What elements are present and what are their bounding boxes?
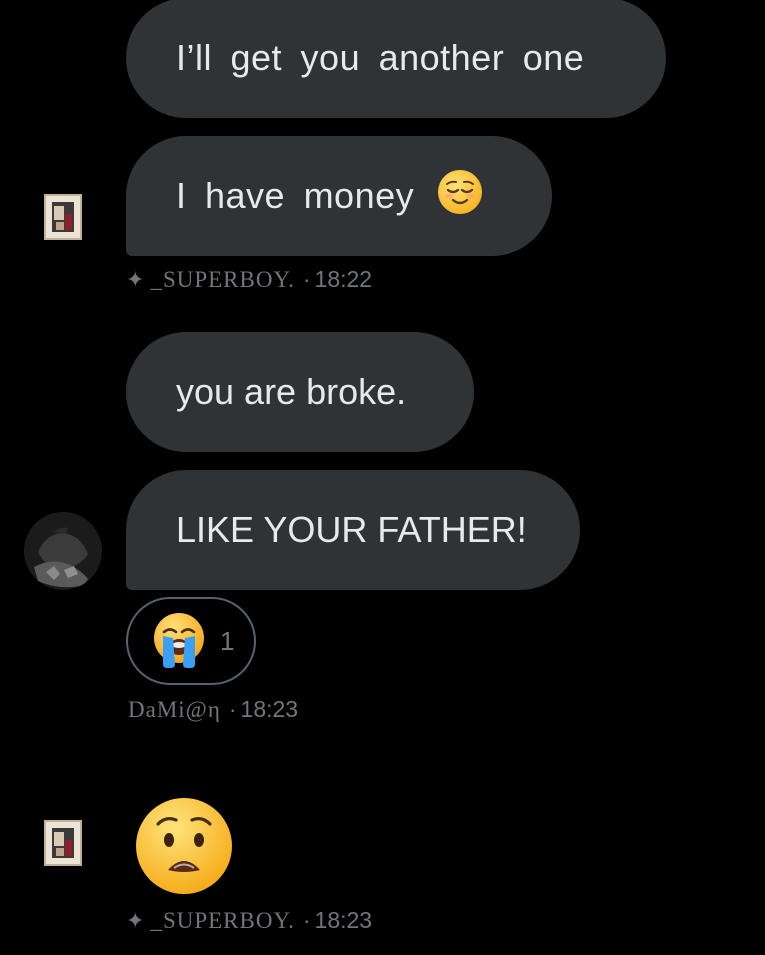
loudly-crying-face-icon xyxy=(150,610,208,673)
dm-conversation: I’ll get you another one I have money ✦ … xyxy=(0,0,765,955)
timestamp: 18:23 xyxy=(240,696,299,722)
sender-name[interactable]: _SUPERBOY. xyxy=(150,267,294,293)
avatar-image xyxy=(46,196,80,238)
message-meta: ✦ _SUPERBOY. · 18:23 xyxy=(126,907,372,934)
separator: · xyxy=(302,266,311,292)
avatar[interactable] xyxy=(44,820,82,866)
sparkle-icon: ✦ xyxy=(126,266,145,292)
message-meta: DaMi@η · 18:23 xyxy=(128,696,298,723)
message-bubble[interactable]: I’ll get you another one xyxy=(126,0,666,118)
separator: · xyxy=(228,696,237,722)
message-text: you are broke. xyxy=(176,371,407,412)
timestamp: 18:23 xyxy=(314,907,373,933)
message-text: I have money xyxy=(176,175,415,216)
relieved-face-icon xyxy=(436,168,484,225)
reaction-count: 1 xyxy=(220,625,235,656)
timestamp: 18:22 xyxy=(314,266,373,292)
message-text: LIKE YOUR FATHER! xyxy=(176,509,527,550)
message-bubble[interactable]: you are broke. xyxy=(126,332,474,452)
separator: · xyxy=(302,907,311,933)
avatar-image xyxy=(46,822,80,864)
sender-name[interactable]: _SUPERBOY. xyxy=(150,908,294,934)
sender-name[interactable]: DaMi@η xyxy=(128,697,221,723)
reaction-pill[interactable]: 1 xyxy=(126,597,256,685)
avatar[interactable] xyxy=(44,194,82,240)
message-meta: ✦ _SUPERBOY. · 18:22 xyxy=(126,266,372,293)
message-bubble[interactable]: I have money xyxy=(126,136,552,256)
message-text: I’ll get you another one xyxy=(176,37,585,78)
avatar-image xyxy=(24,512,102,590)
sparkle-icon: ✦ xyxy=(126,907,145,933)
message-bubble[interactable]: LIKE YOUR FATHER! xyxy=(126,470,580,590)
anguished-face-icon[interactable] xyxy=(134,796,234,901)
avatar[interactable] xyxy=(24,512,102,590)
